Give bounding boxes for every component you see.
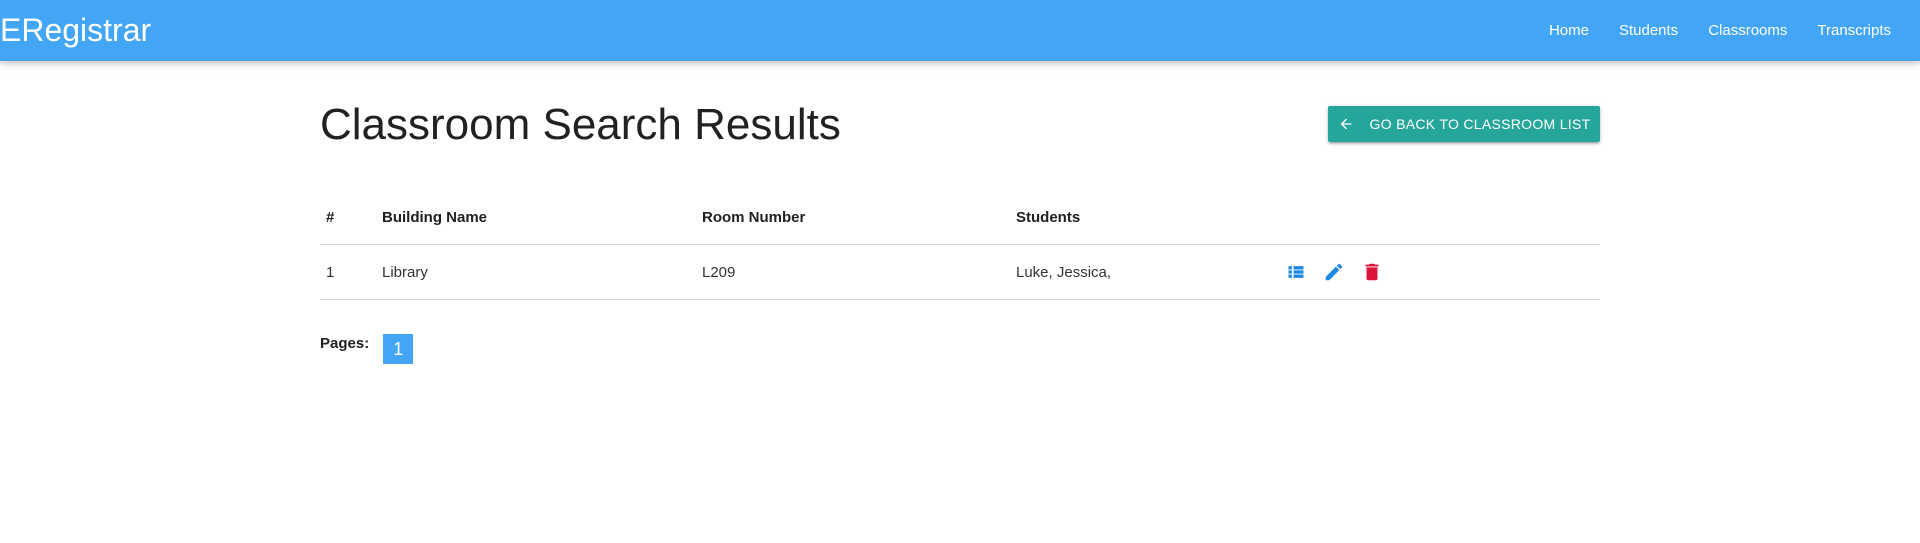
pagination: Pages: 1 [320, 326, 414, 364]
cell-index: 1 [320, 244, 376, 300]
col-header-students: Students [1010, 190, 1279, 245]
page-button-1[interactable]: 1 [383, 334, 414, 364]
nav-link-home[interactable]: Home [1534, 0, 1604, 61]
col-header-building: Building Name [376, 190, 696, 245]
top-navbar: ERegistrar Home Students Classrooms Tran… [0, 0, 1920, 61]
arrow-left-icon [1338, 116, 1354, 132]
col-header-index: # [320, 190, 376, 245]
pages-label: Pages: [320, 334, 370, 352]
nav-link-transcripts[interactable]: Transcripts [1802, 0, 1906, 61]
brand-logo[interactable]: ERegistrar [0, 12, 151, 48]
table-row: 1 Library L209 Luke, Jessica, [320, 244, 1600, 300]
cell-actions [1279, 244, 1600, 300]
row-actions [1285, 261, 1600, 283]
nav-links: Home Students Classrooms Transcripts [1534, 0, 1906, 61]
list-icon[interactable] [1285, 261, 1307, 283]
edit-icon[interactable] [1323, 261, 1345, 283]
nav-link-classrooms[interactable]: Classrooms [1693, 0, 1802, 61]
results-table: # Building Name Room Number Students 1 L… [320, 190, 1600, 300]
col-header-actions [1279, 190, 1600, 245]
cell-room: L209 [696, 244, 1010, 300]
nav-link-students[interactable]: Students [1604, 0, 1693, 61]
back-to-classroom-list-button[interactable]: GO BACK TO CLASSROOM LIST [1328, 106, 1600, 142]
col-header-room: Room Number [696, 190, 1010, 245]
back-button-label: GO BACK TO CLASSROOM LIST [1369, 116, 1591, 132]
cell-students: Luke, Jessica, [1010, 244, 1279, 300]
cell-building: Library [376, 244, 696, 300]
delete-icon[interactable] [1361, 261, 1383, 283]
table-header-row: # Building Name Room Number Students [320, 190, 1600, 245]
page-title: Classroom Search Results [320, 100, 841, 149]
